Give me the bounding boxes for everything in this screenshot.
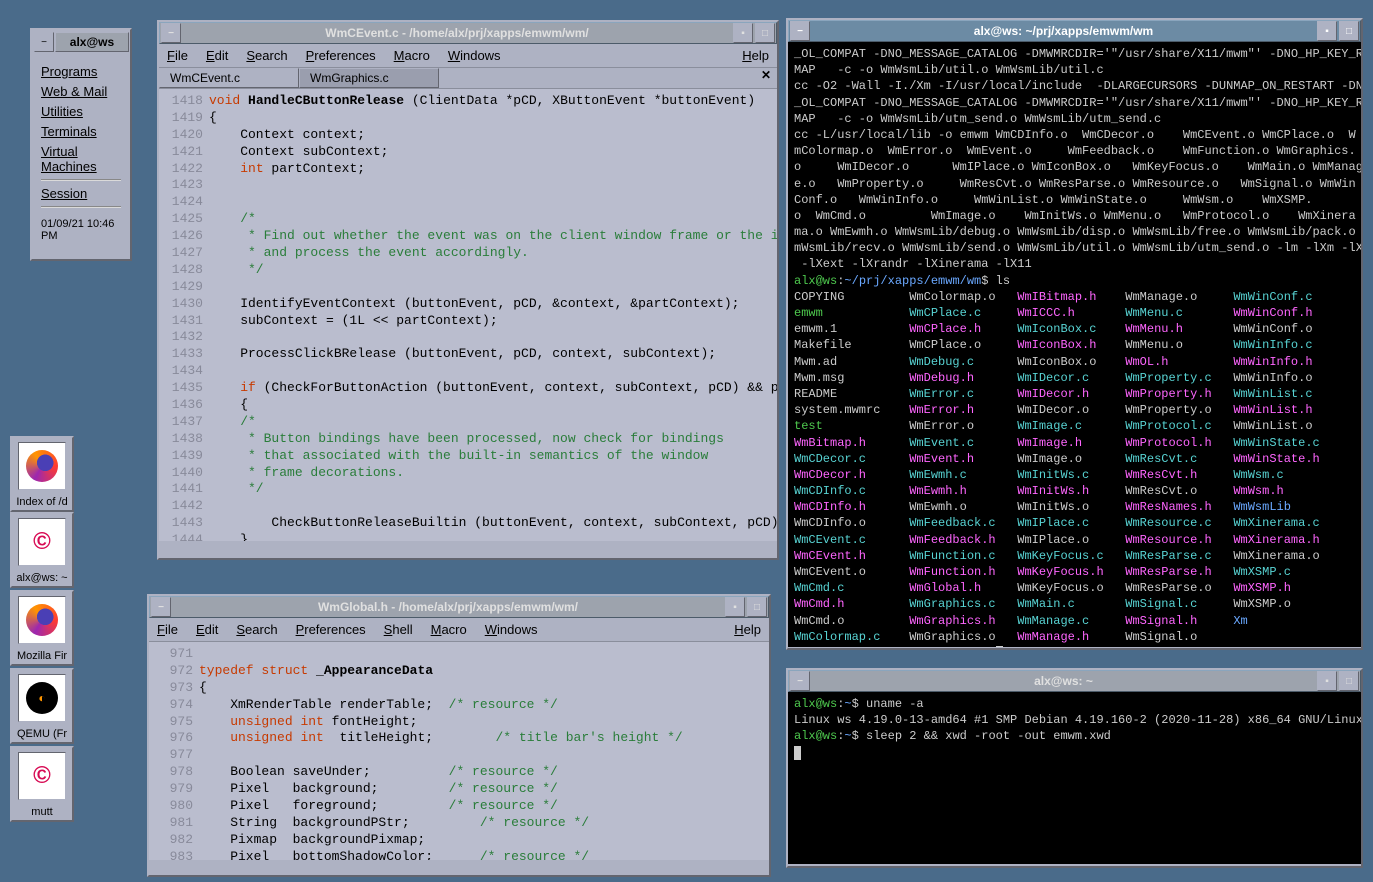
maximize-button[interactable]: □ xyxy=(747,597,767,617)
editor1-menubar: File Edit Search Preferences Macro Windows Hel… xyxy=(159,44,777,68)
desktop-icon[interactable]: © mutt xyxy=(10,746,74,822)
menu-windows[interactable]: Windows xyxy=(448,48,501,63)
minimize-button[interactable]: ▪ xyxy=(1317,671,1337,691)
term1-titlebar[interactable]: − alx@ws: ~/prj/xapps/emwm/wm ▪ □ xyxy=(788,20,1361,42)
menu-shell[interactable]: Shell xyxy=(384,622,413,637)
editor1-titlebar[interactable]: − WmCEvent.c - /home/alx/prj/xapps/emwm/… xyxy=(159,22,777,44)
panel-clock: 01/09/21 10:46 PM xyxy=(41,213,121,247)
menu-help[interactable]: Help xyxy=(734,622,761,637)
tab-close-icon[interactable]: ✕ xyxy=(755,68,777,88)
menu-file[interactable]: File xyxy=(157,622,178,637)
desktop-icon-label: Mozilla Fir xyxy=(12,648,72,664)
divider xyxy=(41,206,121,208)
panel-title: alx@ws xyxy=(55,32,129,52)
window-menu-icon[interactable]: − xyxy=(790,21,810,41)
tab-wmcevent[interactable]: WmCEvent.c xyxy=(159,68,299,88)
menu-preferences[interactable]: Preferences xyxy=(306,48,376,63)
minimize-button[interactable]: ▪ xyxy=(733,23,753,43)
editor2-text-area[interactable]: 971972typedef struct _AppearanceData973{… xyxy=(149,642,769,860)
desktop-icon-label: mutt xyxy=(12,804,72,820)
editor1-tabs: WmCEvent.c WmGraphics.c ✕ xyxy=(159,68,777,89)
maximize-button[interactable]: □ xyxy=(1339,671,1359,691)
desktop-icon-label: alx@ws: ~ xyxy=(12,570,72,586)
maximize-button[interactable]: □ xyxy=(755,23,775,43)
panel-menu-icon[interactable]: − xyxy=(34,32,54,52)
editor-window-wmcevent: − WmCEvent.c - /home/alx/prj/xapps/emwm/… xyxy=(157,20,779,560)
maximize-button[interactable]: □ xyxy=(1339,21,1359,41)
firefox-icon xyxy=(18,596,66,644)
panel-titlebar[interactable]: − alx@ws xyxy=(33,31,129,53)
panel-menu-item[interactable]: Web & Mail xyxy=(41,84,121,99)
minimize-button[interactable]: ▪ xyxy=(1317,21,1337,41)
minimize-button[interactable]: ▪ xyxy=(725,597,745,617)
editor2-titlebar[interactable]: − WmGlobal.h - /home/alx/prj/xapps/emwm/… xyxy=(149,596,769,618)
panel-menu-item[interactable]: Programs xyxy=(41,64,121,79)
desktop-icon-label: Index of /d xyxy=(12,494,72,510)
terminal-window-uname: − alx@ws: ~ ▪ □ alx@ws:~$ uname -aLinux … xyxy=(786,668,1363,868)
term2-text-area[interactable]: alx@ws:~$ uname -aLinux ws 4.19.0-13-amd… xyxy=(788,692,1361,864)
panel-menu-item[interactable]: Utilities xyxy=(41,104,121,119)
terminal-window-build: − alx@ws: ~/prj/xapps/emwm/wm ▪ □ _OL_CO… xyxy=(786,18,1363,650)
panel-menu-list: Programs Web & Mail Utilities Terminals Virt… xyxy=(33,53,129,258)
desktop-icon[interactable]: ◐ QEMU (Fr xyxy=(10,668,74,744)
firefox-icon xyxy=(18,442,66,490)
debian-icon: © xyxy=(18,518,66,566)
divider xyxy=(41,179,121,181)
window-menu-icon[interactable]: − xyxy=(151,597,171,617)
menu-edit[interactable]: Edit xyxy=(196,622,218,637)
tab-wmgraphics[interactable]: WmGraphics.c xyxy=(299,68,439,88)
menu-edit[interactable]: Edit xyxy=(206,48,228,63)
window-menu-icon[interactable]: − xyxy=(161,23,181,43)
menu-file[interactable]: File xyxy=(167,48,188,63)
menu-windows[interactable]: Windows xyxy=(485,622,538,637)
qemu-icon: ◐ xyxy=(18,674,66,722)
menu-macro[interactable]: Macro xyxy=(431,622,467,637)
menu-help[interactable]: Help xyxy=(742,48,769,63)
desktop-icon-label: QEMU (Fr xyxy=(12,726,72,742)
panel-menu-item[interactable]: Terminals xyxy=(41,124,121,139)
editor2-menubar: File Edit Search Preferences Shell Macro Windo… xyxy=(149,618,769,642)
desktop-icon[interactable]: Index of /d xyxy=(10,436,74,512)
taskbar-panel: − alx@ws Programs Web & Mail Utilities Term… xyxy=(30,28,132,261)
menu-search[interactable]: Search xyxy=(246,48,287,63)
editor1-title: WmCEvent.c - /home/alx/prj/xapps/emwm/wm… xyxy=(182,26,732,40)
editor2-title: WmGlobal.h - /home/alx/prj/xapps/emwm/wm… xyxy=(172,600,724,614)
menu-preferences[interactable]: Preferences xyxy=(296,622,366,637)
term2-title: alx@ws: ~ xyxy=(811,674,1316,688)
menu-macro[interactable]: Macro xyxy=(394,48,430,63)
editor1-text-area[interactable]: 1418void HandleCButtonRelease (ClientDat… xyxy=(159,89,777,541)
term2-titlebar[interactable]: − alx@ws: ~ ▪ □ xyxy=(788,670,1361,692)
editor-window-wmglobal: − WmGlobal.h - /home/alx/prj/xapps/emwm/… xyxy=(147,594,771,877)
panel-menu-item[interactable]: Virtual Machines xyxy=(41,144,121,174)
debian-icon: © xyxy=(18,752,66,800)
desktop-icon[interactable]: Mozilla Fir xyxy=(10,590,74,666)
term1-title: alx@ws: ~/prj/xapps/emwm/wm xyxy=(811,24,1316,38)
menu-search[interactable]: Search xyxy=(236,622,277,637)
panel-session-item[interactable]: Session xyxy=(41,186,121,201)
window-menu-icon[interactable]: − xyxy=(790,671,810,691)
desktop-icon[interactable]: © alx@ws: ~ xyxy=(10,512,74,588)
term1-text-area[interactable]: _OL_COMPAT -DNO_MESSAGE_CATALOG -DMWMRCD… xyxy=(788,42,1361,647)
